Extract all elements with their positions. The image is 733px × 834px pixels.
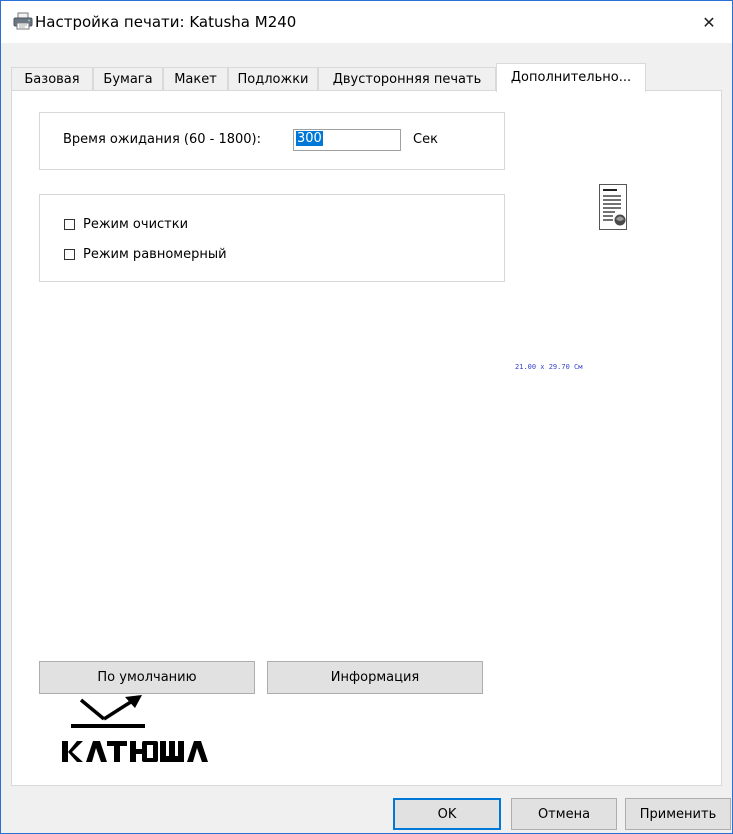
timeout-value: 300: [296, 131, 323, 146]
modes-group: Режим очистки Режим равномерный: [39, 194, 505, 282]
info-label: Информация: [330, 670, 420, 685]
print-settings-window: Настройка печати: Katusha M240 ✕ Базовая…: [0, 0, 733, 834]
uniform-mode-label: Режим равномерный: [83, 247, 227, 262]
cancel-button[interactable]: Отмена: [511, 798, 617, 830]
checkbox-box: [64, 219, 75, 230]
defaults-label: По умолчанию: [97, 670, 197, 685]
cleaning-mode-checkbox[interactable]: Режим очистки: [64, 217, 188, 232]
ok-button[interactable]: OK: [393, 798, 501, 830]
window-title: Настройка печати: Katusha M240: [35, 13, 297, 31]
timeout-group: Время ожидания (60 - 1800): 300 Сек: [39, 112, 505, 170]
info-button[interactable]: Информация: [267, 661, 483, 694]
cancel-label: Отмена: [537, 806, 591, 822]
apply-button[interactable]: Применить: [625, 798, 731, 830]
timeout-label: Время ожидания (60 - 1800):: [63, 132, 262, 147]
tab-layout[interactable]: Макет: [163, 67, 228, 91]
tab-basic[interactable]: Базовая: [11, 67, 93, 91]
apply-label: Применить: [639, 806, 717, 822]
katusha-logo: [59, 695, 239, 771]
close-button[interactable]: ✕: [686, 1, 732, 43]
printer-icon: [13, 12, 33, 30]
ok-label: OK: [437, 806, 457, 822]
checkbox-box: [64, 249, 75, 260]
defaults-button[interactable]: По умолчанию: [39, 661, 255, 694]
cleaning-mode-label: Режим очистки: [83, 217, 189, 232]
timeout-unit: Сек: [413, 132, 438, 147]
advanced-panel: Время ожидания (60 - 1800): 300 Сек Режи…: [11, 90, 722, 786]
close-icon: ✕: [702, 12, 716, 32]
uniform-mode-checkbox[interactable]: Режим равномерный: [64, 247, 227, 262]
tab-watermarks[interactable]: Подложки: [228, 67, 318, 91]
paper-size-label: 21.00 x 29.70 См: [515, 363, 583, 371]
tab-paper[interactable]: Бумага: [93, 67, 163, 91]
document-preview-icon: [599, 184, 627, 234]
timeout-input[interactable]: 300: [293, 129, 401, 151]
title-bar: Настройка печати: Katusha M240 ✕: [1, 1, 732, 43]
tab-advanced[interactable]: Дополнительно...: [496, 63, 646, 92]
tab-duplex[interactable]: Двусторонняя печать: [318, 67, 496, 91]
